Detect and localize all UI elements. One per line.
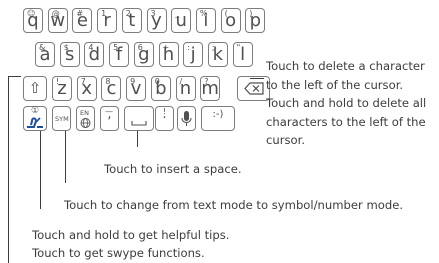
key-l[interactable]: " l — [232, 42, 253, 67]
globe-icon — [80, 118, 91, 128]
key-u-label: u — [175, 10, 187, 31]
smiley-label: :-) — [212, 109, 224, 120]
key-b-label: b — [155, 78, 167, 99]
space-key[interactable] — [124, 106, 154, 131]
key-j-label: j — [190, 44, 196, 65]
key-w[interactable]: @ w — [47, 8, 68, 33]
smiley-key[interactable]: :-) — [201, 106, 235, 131]
key-a-label: a — [39, 44, 51, 65]
voice-key[interactable] — [177, 106, 196, 131]
key-k[interactable]: ; k — [207, 42, 228, 67]
key-g[interactable]: 6g — [133, 42, 154, 67]
key-c-label: c — [106, 78, 117, 99]
tips-annotation: Touch and hold to get helpful tips. — [32, 228, 230, 242]
key-j[interactable]: :j — [183, 42, 204, 67]
key-t-label: t — [128, 10, 136, 31]
key-t[interactable]: 2t — [121, 8, 142, 33]
sym-annotation: Touch to change from text mode to symbol… — [64, 198, 404, 212]
sym-label: SYM — [55, 115, 69, 123]
key-v-label: v — [130, 78, 142, 99]
key-p-label: p — [249, 10, 262, 31]
key-n[interactable]: / n — [175, 76, 196, 101]
key-s[interactable]: $ s — [59, 42, 80, 67]
key-q[interactable]: ☺ q — [23, 8, 43, 33]
key-h-label: h — [162, 44, 175, 65]
key-v[interactable]: 9v — [126, 76, 147, 101]
shift-icon: ⇧ — [28, 79, 42, 97]
key-m[interactable]: ? m — [200, 76, 221, 101]
shift-callout-tick — [8, 76, 21, 77]
comma-key[interactable]: — , — [100, 106, 119, 131]
swype-annotation: Touch to get swype functions. — [32, 246, 205, 260]
swype-key[interactable]: ① — [23, 106, 47, 131]
swype-icon — [27, 117, 43, 128]
key-e-label: e — [76, 10, 88, 31]
key-q-label: q — [27, 10, 39, 31]
key-r[interactable]: 1r — [97, 8, 118, 33]
key-d[interactable]: 4d — [84, 42, 105, 67]
key-z-label: z — [57, 78, 67, 99]
key-i[interactable]: % i — [195, 8, 216, 33]
sym-callout-line — [65, 131, 66, 183]
language-key[interactable]: EN — [76, 106, 95, 131]
key-b[interactable]: 0b — [150, 76, 171, 101]
key-f-label: f — [115, 44, 123, 65]
key-k-label: k — [212, 44, 224, 65]
key-p[interactable]: ) p — [245, 8, 266, 33]
key-r-label: r — [103, 10, 111, 31]
shift-callout-line — [8, 76, 9, 263]
space-icon — [131, 121, 147, 126]
key-g-label: g — [138, 44, 150, 65]
key-a[interactable]: & a — [35, 42, 55, 67]
delete-annotation-line-1: Touch to delete a character — [266, 59, 425, 73]
delete-annotation-line-4: characters to the left of the — [266, 114, 426, 129]
key-h[interactable]: + h — [158, 42, 179, 67]
delete-annotation-line-2: to the left of the cursor. — [266, 77, 404, 92]
key-o[interactable]: (o — [220, 8, 241, 33]
key-w-label: w — [50, 10, 66, 31]
space-callout-line — [137, 131, 138, 147]
comma-label: , — [107, 107, 112, 122]
key-x[interactable]: 7x — [76, 76, 97, 101]
key-d-label: d — [88, 44, 101, 65]
key-s-label: s — [64, 44, 75, 65]
space-annotation: Touch to insert a space. — [104, 162, 242, 176]
key-u[interactable]: _ u — [171, 8, 192, 33]
shift-key[interactable]: ⇧ — [23, 76, 47, 101]
key-n-label: n — [179, 78, 192, 99]
key-i-label: i — [203, 10, 209, 31]
swype-tips-callout-line — [40, 131, 41, 209]
period-key[interactable]: ! . — [155, 106, 174, 131]
delete-annotation-line-5: cursor. — [266, 133, 306, 147]
sym-key[interactable]: SYM — [52, 106, 71, 131]
key-y-label: y — [151, 10, 162, 31]
delete-annotation: Touch to delete a character to the left … — [266, 57, 436, 150]
key-c[interactable]: 8c — [101, 76, 122, 101]
key-z[interactable]: ! z — [52, 76, 72, 101]
key-l-label: l — [240, 44, 246, 65]
delete-callout-line — [250, 78, 264, 79]
key-x-label: x — [81, 78, 93, 99]
period-label: . — [162, 107, 167, 122]
key-f[interactable]: 5f — [109, 42, 130, 67]
microphone-icon — [181, 111, 192, 126]
key-m-label: m — [201, 78, 219, 99]
keyboard-diagram: ☺ q @ w # e 1 r 2 t 3 y _ u% i(o) p & a $ s 4 d 5 f 6 g + h: j; k " l … — [0, 0, 439, 263]
key-y[interactable]: 3y — [146, 8, 167, 33]
delete-annotation-line-3: Touch and hold to delete all — [266, 96, 427, 110]
key-o-label: o — [225, 10, 237, 31]
backspace-icon — [244, 82, 264, 95]
key-e[interactable]: # e — [72, 8, 93, 33]
